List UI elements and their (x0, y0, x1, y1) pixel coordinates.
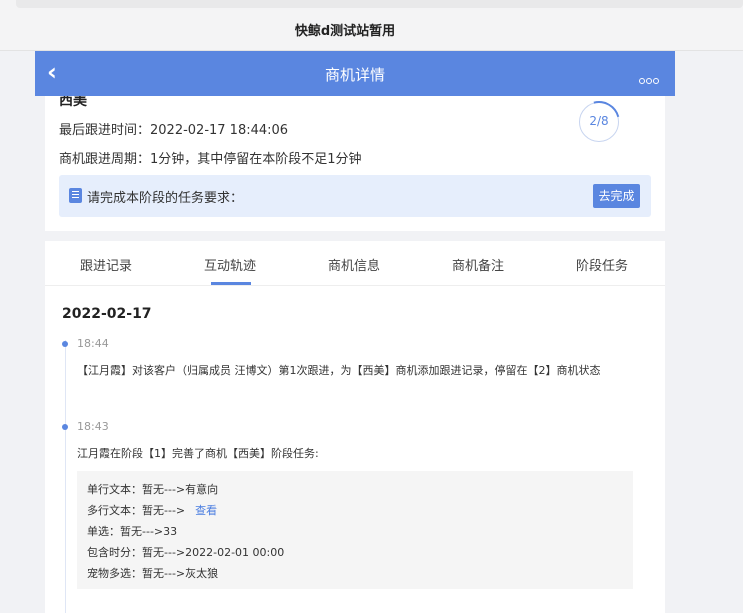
entry-text: 江月霞在阶段【1】完善了商机【西美】阶段任务: (77, 447, 319, 460)
site-title: 快鲸d测试站暂用 (294, 24, 396, 39)
tab-follow-records[interactable]: 跟进记录 (80, 255, 132, 274)
content-area[interactable]: 西美 最后跟进时间：2022-02-17 18:44:06 商机跟进周期：1分钟… (35, 96, 675, 613)
entry-time: 18:43 (77, 420, 109, 433)
detail-line: 多行文本：暂无---> 查看 (87, 502, 217, 518)
opportunity-name: 西美 (59, 96, 87, 109)
follow-cycle: 商机跟进周期：1分钟，其中停留在本阶段不足1分钟 (59, 152, 362, 167)
app-header: ‹ 商机详情 (35, 51, 675, 96)
task-detail-box: 单行文本：暂无--->有意向 多行文本：暂无---> 查看 单选：暂无--->33… (77, 471, 633, 589)
summary-card: 西美 最后跟进时间：2022-02-17 18:44:06 商机跟进周期：1分钟… (45, 96, 665, 231)
more-dots-icon[interactable] (639, 69, 661, 84)
stage-progress: 2/8 (570, 96, 628, 151)
detail-line: 宠物多选：暂无--->灰太狼 (87, 567, 219, 580)
tab-stage-tasks[interactable]: 阶段任务 (576, 255, 628, 274)
timeline-line (65, 340, 66, 613)
timeline-dot (62, 424, 68, 430)
page-margin (675, 51, 743, 613)
tab-interaction-track[interactable]: 互动轨迹 (204, 255, 256, 274)
detail-line: 单行文本：暂无--->有意向 (87, 483, 219, 496)
last-follow-time: 最后跟进时间：2022-02-17 18:44:06 (59, 123, 289, 138)
detail-line: 包含时分：暂无--->2022-02-01 00:00 (87, 546, 285, 559)
timeline-date: 2022-02-17 (62, 306, 152, 322)
top-bar: 快鲸d测试站暂用 (0, 0, 743, 51)
task-requirement-bar: 请完成本阶段的任务要求： 去完成 (59, 175, 651, 217)
tab-opportunity-notes[interactable]: 商机备注 (452, 255, 504, 274)
detail-line: 单选：暂无--->33 (87, 525, 178, 538)
view-link[interactable]: 查看 (195, 504, 217, 517)
timeline-dot (62, 341, 68, 347)
address-strip (16, 0, 743, 8)
tab-opportunity-info[interactable]: 商机信息 (328, 255, 380, 274)
entry-time: 18:44 (77, 337, 109, 350)
entry-text: 【江月霞】对该客户（归属成员 汪博文）第1次跟进，为【西美】商机添加跟进记录，停… (77, 364, 601, 377)
task-prompt: 请完成本阶段的任务要求： (87, 191, 244, 206)
document-icon (69, 188, 82, 203)
go-complete-button[interactable]: 去完成 (593, 184, 640, 208)
detail-line-text: 多行文本：暂无---> (87, 504, 186, 517)
page-title: 商机详情 (324, 66, 385, 84)
active-tab-indicator (211, 282, 251, 285)
detail-card: 跟进记录 互动轨迹 商机信息 商机备注 阶段任务 2022-02-17 18:4… (45, 241, 665, 613)
tab-bar: 跟进记录 互动轨迹 商机信息 商机备注 阶段任务 (45, 241, 665, 286)
progress-text: 2/8 (589, 114, 609, 128)
